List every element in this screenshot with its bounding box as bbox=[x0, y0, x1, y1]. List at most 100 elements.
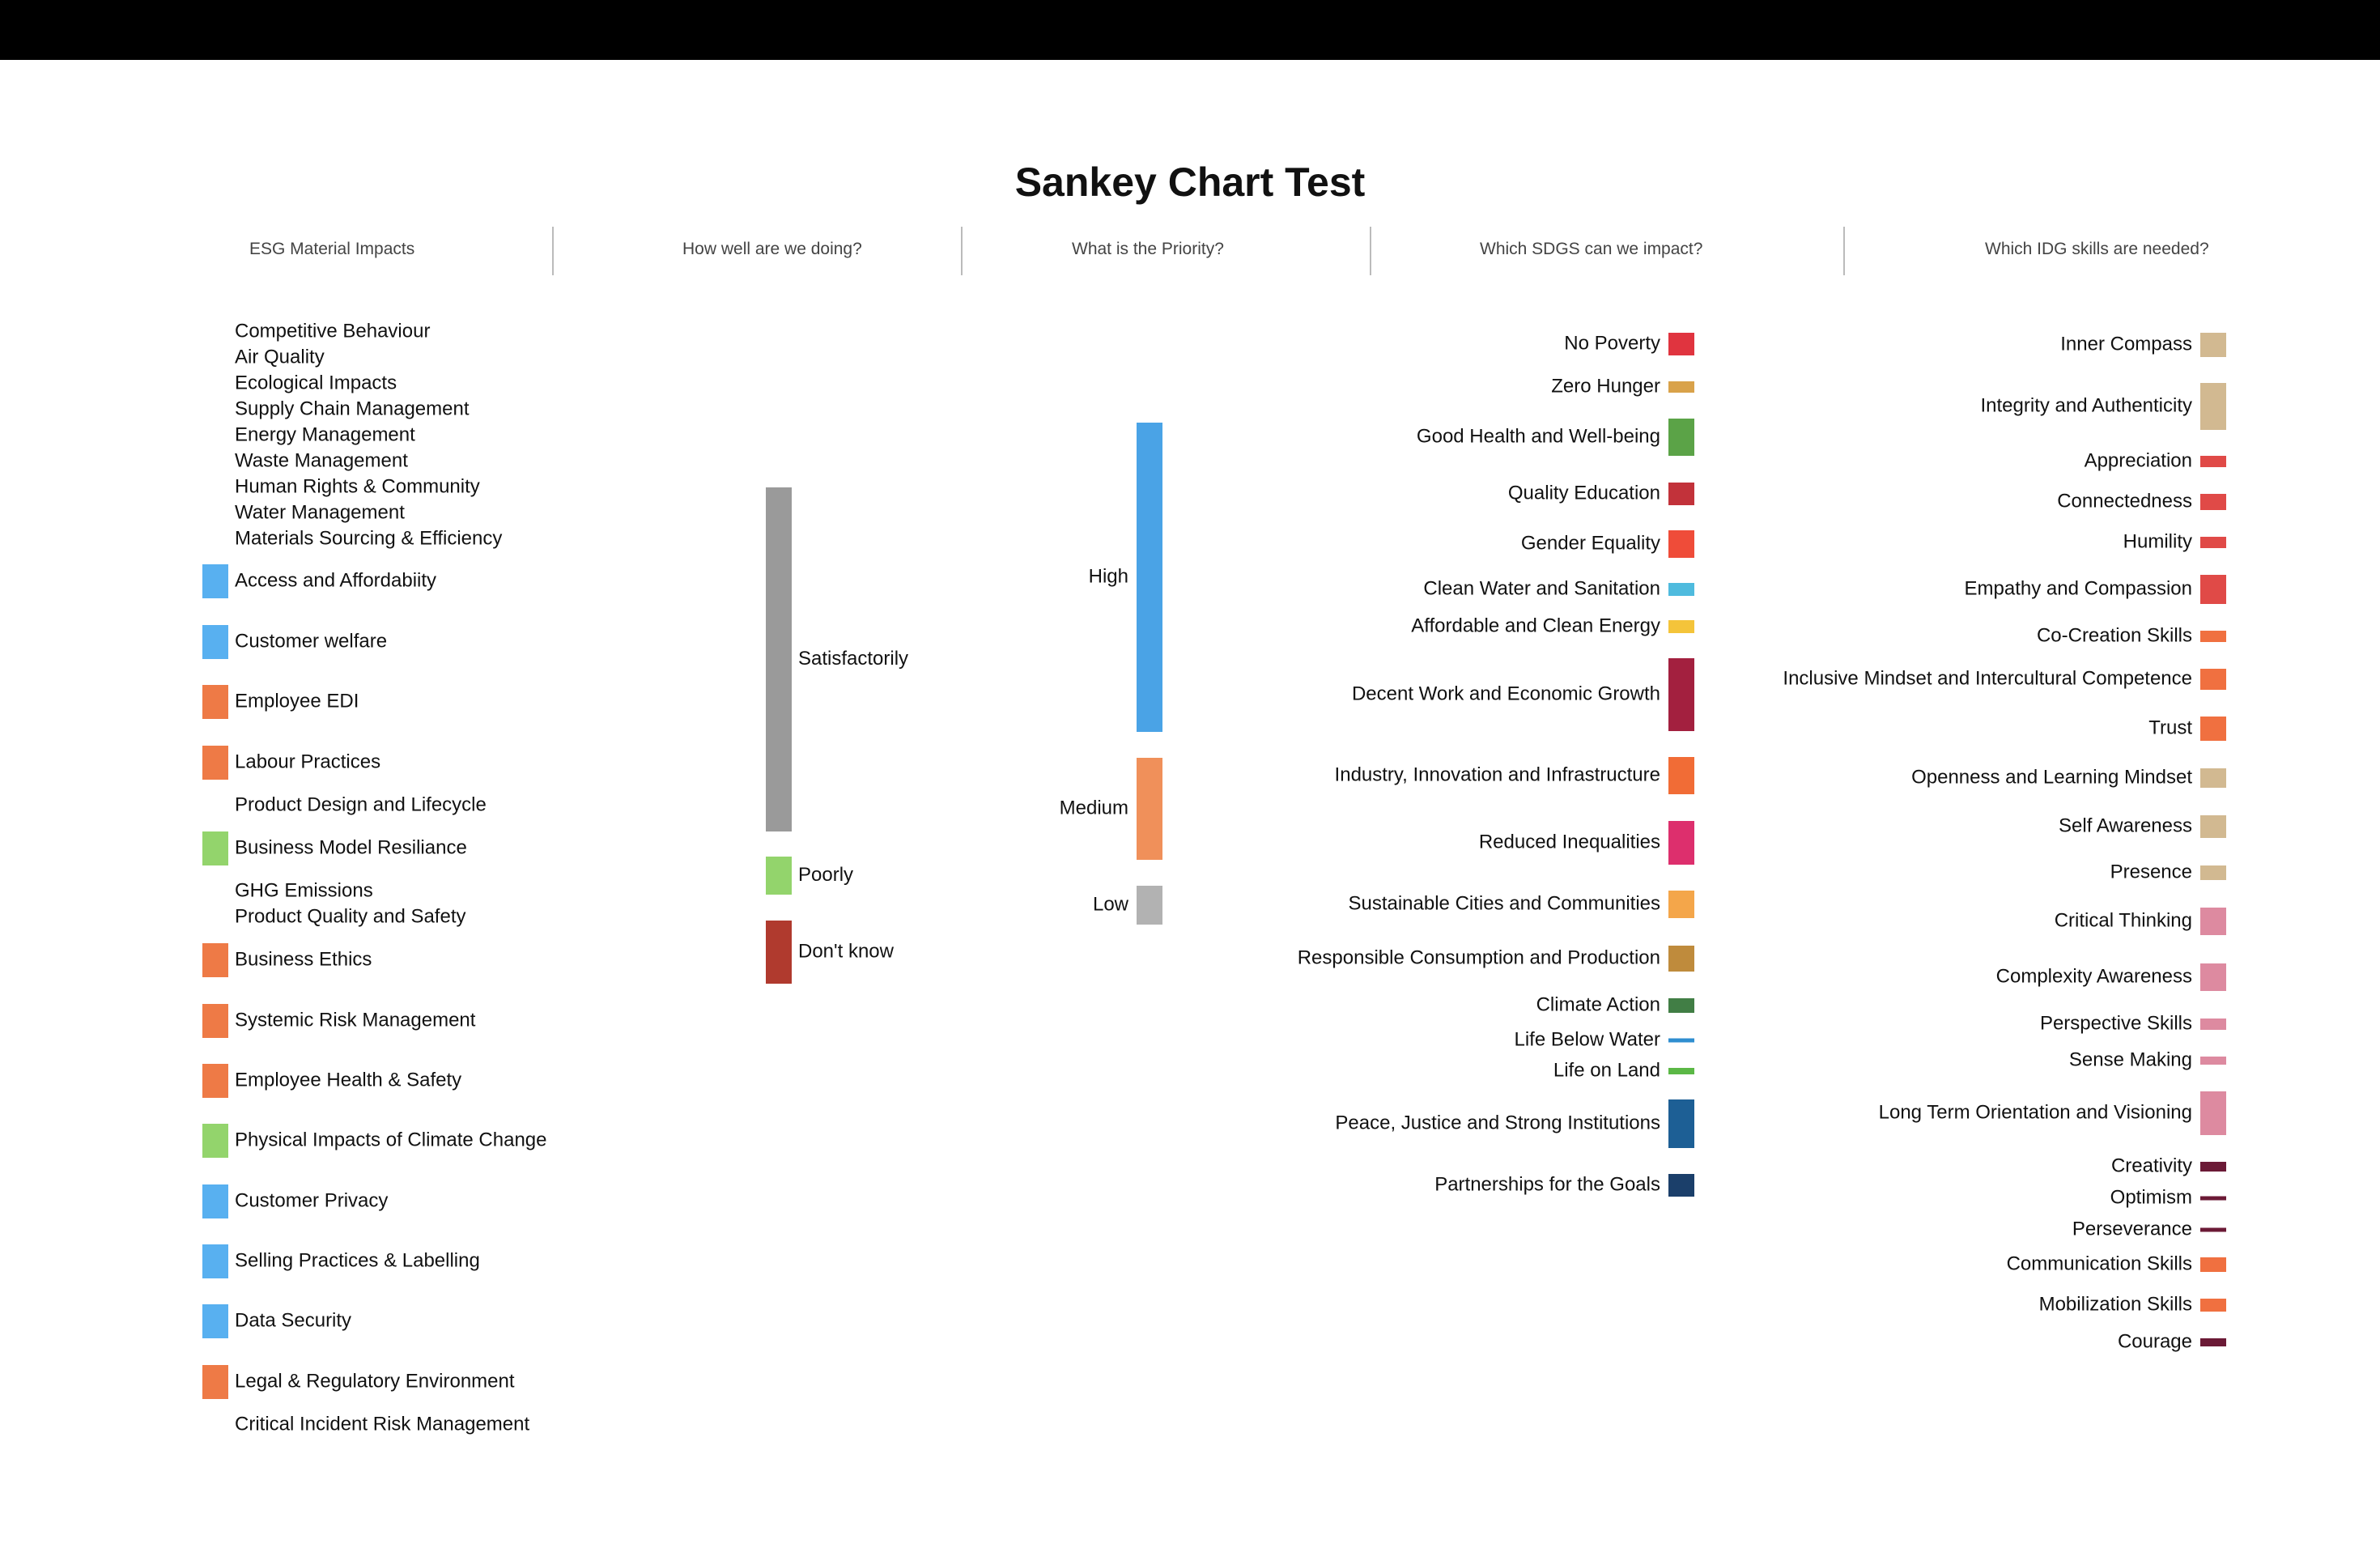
node-label: Mobilization Skills bbox=[2039, 1293, 2192, 1315]
node-label: Business Model Resiliance bbox=[235, 836, 467, 858]
node-label: Data Security bbox=[235, 1309, 351, 1331]
node-bar bbox=[1668, 821, 1694, 865]
node-bar bbox=[1668, 1099, 1694, 1148]
node-life-on-land: Life on Land bbox=[1553, 1059, 1694, 1081]
node-label: Air Quality bbox=[235, 346, 325, 368]
node-complexity-awareness: Complexity Awareness bbox=[1996, 963, 2226, 991]
node-label: Presence bbox=[2110, 861, 2192, 882]
node-poorly: Poorly bbox=[766, 857, 853, 895]
node-bar bbox=[2200, 1338, 2226, 1346]
node-sense-making: Sense Making bbox=[2069, 1048, 2226, 1070]
node-label: Good Health and Well-being bbox=[1417, 425, 1660, 447]
node-gender-equality: Gender Equality bbox=[1521, 530, 1694, 558]
node-bar bbox=[2200, 963, 2226, 991]
node-bar bbox=[202, 1184, 228, 1218]
node-label: Empathy and Compassion bbox=[1965, 577, 2192, 599]
sankey-links bbox=[228, 333, 2200, 1396]
node-bar bbox=[2200, 1196, 2226, 1201]
node-bar bbox=[1137, 758, 1162, 860]
sankey-link bbox=[1694, 687, 2200, 991]
node-label: Co-Creation Skills bbox=[2037, 624, 2192, 646]
node-label: Life Below Water bbox=[1514, 1028, 1660, 1050]
node-inner-compass: Inner Compass bbox=[2060, 333, 2226, 357]
node-label: Long Term Orientation and Visioning bbox=[1879, 1101, 2192, 1123]
node-bar bbox=[202, 943, 228, 977]
node-label: Poorly bbox=[798, 864, 853, 886]
node-bar bbox=[1668, 658, 1694, 731]
node-bar bbox=[202, 1244, 228, 1278]
node-label: Physical Impacts of Climate Change bbox=[235, 1129, 547, 1150]
node-responsible-consumption-and-production: Responsible Consumption and Production bbox=[1298, 946, 1694, 972]
node-label: Perseverance bbox=[2072, 1218, 2192, 1240]
node-mobilization-skills: Mobilization Skills bbox=[2039, 1293, 2226, 1315]
node-low: Low bbox=[1093, 886, 1162, 925]
sankey-nodes: Competitive Behaviour Air Quality Ecologic… bbox=[202, 320, 2226, 1435]
node-bar bbox=[1668, 333, 1694, 355]
node-empathy-and-compassion: Empathy and Compassion bbox=[1965, 575, 2226, 604]
node-zero-hunger: Zero Hunger bbox=[1551, 375, 1694, 397]
node-critical-thinking: Critical Thinking bbox=[2055, 908, 2226, 935]
node-satisfactorily: Satisfactorily bbox=[766, 487, 908, 831]
node-bar bbox=[2200, 717, 2226, 741]
node-label: Reduced Inequalities bbox=[1479, 831, 1660, 853]
node-bar bbox=[2200, 456, 2226, 467]
node-clean-water-and-sanitation: Clean Water and Sanitation bbox=[1423, 577, 1694, 599]
node-perseverance: Perseverance bbox=[2072, 1218, 2226, 1240]
node-bar bbox=[202, 1004, 228, 1038]
sankey-link bbox=[1694, 415, 2200, 441]
node-label: Perspective Skills bbox=[2040, 1012, 2192, 1034]
node-label: Product Quality and Safety bbox=[235, 905, 466, 927]
node-label: Customer welfare bbox=[235, 630, 387, 652]
node-label: Materials Sourcing & Efficiency bbox=[235, 527, 502, 549]
node-systemic-risk-management: Systemic Risk Management bbox=[202, 1004, 476, 1038]
node-human-rights-community: Human Rights & Community bbox=[235, 475, 480, 497]
node-medium: Medium bbox=[1060, 758, 1162, 860]
node-bar bbox=[1668, 381, 1694, 393]
node-integrity-and-authenticity: Integrity and Authenticity bbox=[1981, 383, 2226, 430]
node-label: Medium bbox=[1060, 797, 1128, 819]
node-label: Employee EDI bbox=[235, 690, 359, 712]
node-competitive-behaviour: Competitive Behaviour bbox=[235, 320, 430, 342]
node-label: Peace, Justice and Strong Institutions bbox=[1335, 1112, 1660, 1133]
node-bar bbox=[202, 685, 228, 719]
node-bar bbox=[1668, 757, 1694, 794]
node-label: Openness and Learning Mindset bbox=[1911, 766, 2192, 788]
node-affordable-and-clean-energy: Affordable and Clean Energy bbox=[1411, 615, 1694, 636]
node-bar bbox=[2200, 669, 2226, 690]
node-label: Climate Action bbox=[1536, 993, 1660, 1015]
node-inclusive-mindset-and-intercultural-competence: Inclusive Mindset and Intercultural Comp… bbox=[1783, 667, 2226, 690]
node-label: Zero Hunger bbox=[1551, 375, 1660, 397]
node-label: Energy Management bbox=[235, 423, 415, 445]
node-courage: Courage bbox=[2118, 1330, 2226, 1352]
node-customer-privacy: Customer Privacy bbox=[202, 1184, 388, 1218]
node-label: Customer Privacy bbox=[235, 1189, 388, 1211]
node-labour-practices: Labour Practices bbox=[202, 746, 380, 780]
node-bar bbox=[766, 487, 792, 831]
node-bar bbox=[2200, 1091, 2226, 1135]
node-label: GHG Emissions bbox=[235, 879, 373, 901]
node-label: No Poverty bbox=[1564, 332, 1660, 354]
node-ghg-emissions: GHG Emissions bbox=[235, 879, 373, 901]
node-bar bbox=[1668, 530, 1694, 558]
node-bar bbox=[202, 831, 228, 865]
node-bar bbox=[1137, 886, 1162, 925]
sankey-link bbox=[1162, 704, 1668, 1074]
node-label: Don't know bbox=[798, 940, 895, 962]
node-label: Critical Thinking bbox=[2055, 909, 2192, 931]
node-label: Humility bbox=[2123, 530, 2192, 552]
node-waste-management: Waste Management bbox=[235, 449, 408, 471]
node-quality-education: Quality Education bbox=[1508, 482, 1694, 505]
node-reduced-inequalities: Reduced Inequalities bbox=[1479, 821, 1694, 865]
node-selling-practices-labelling: Selling Practices & Labelling bbox=[202, 1244, 480, 1278]
node-label: Decent Work and Economic Growth bbox=[1352, 683, 1660, 704]
node-self-awareness: Self Awareness bbox=[2059, 814, 2226, 838]
node-label: Sustainable Cities and Communities bbox=[1348, 892, 1660, 914]
node-bar bbox=[1668, 1174, 1694, 1197]
node-label: Legal & Regulatory Environment bbox=[235, 1370, 515, 1392]
node-label: Inner Compass bbox=[2060, 333, 2192, 355]
node-creativity: Creativity bbox=[2111, 1155, 2226, 1176]
sankey-link bbox=[792, 706, 1137, 810]
node-physical-impacts-of-climate-change: Physical Impacts of Climate Change bbox=[202, 1124, 547, 1158]
node-trust: Trust bbox=[2148, 717, 2226, 741]
node-label: Industry, Innovation and Infrastructure bbox=[1335, 763, 1660, 785]
